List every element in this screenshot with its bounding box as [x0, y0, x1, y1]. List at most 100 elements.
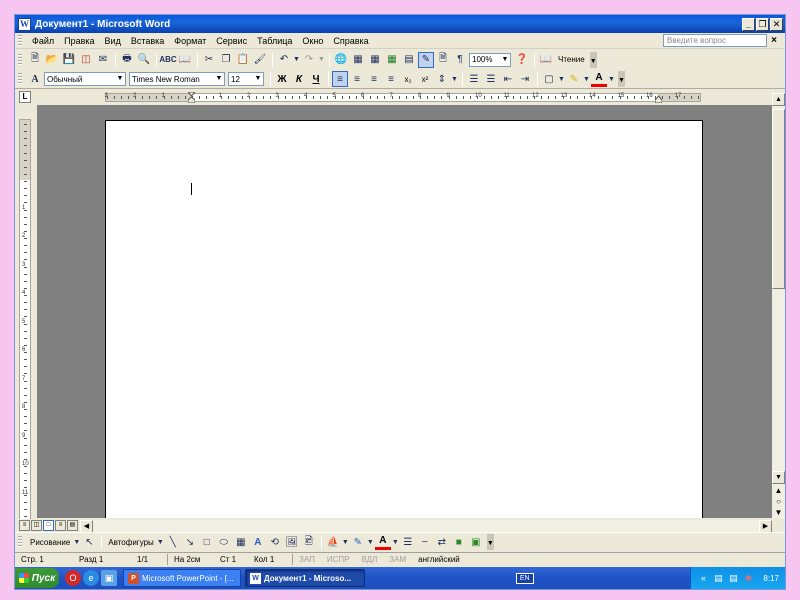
status-record-macro[interactable]: ЗАП	[293, 553, 321, 566]
menu-table[interactable]: Таблица	[252, 36, 297, 46]
decrease-indent-icon[interactable]: ⇤	[500, 71, 516, 87]
restore-button[interactable]: ❐	[756, 17, 769, 31]
help-icon[interactable]: ❓	[514, 52, 530, 68]
subscript-button[interactable]: x₂	[400, 71, 416, 87]
clip-art-icon[interactable]: 🖼	[284, 534, 300, 550]
justify-icon[interactable]: ≡	[383, 71, 399, 87]
print-layout-view-icon[interactable]: □	[43, 520, 54, 531]
align-right-icon[interactable]: ≡	[366, 71, 382, 87]
taskbar-item-word[interactable]: W Документ1 - Microso...	[245, 569, 365, 587]
redo-icon[interactable]: ↷	[301, 52, 317, 68]
font-color-icon[interactable]: A	[591, 71, 607, 87]
normal-view-icon[interactable]: ≡	[19, 520, 30, 531]
left-indent-marker[interactable]	[188, 92, 195, 103]
italic-button[interactable]: К	[291, 71, 307, 87]
dropdown-arrow-icon[interactable]: ▼	[392, 534, 399, 550]
insert-picture-icon[interactable]: 🖻	[301, 534, 317, 550]
bullets-icon[interactable]: ☰	[483, 71, 499, 87]
borders-icon[interactable]: ▢	[541, 71, 557, 87]
chevron-left-icon[interactable]: «	[697, 572, 709, 584]
spelling-icon[interactable]: ABC	[159, 52, 176, 68]
paste-icon[interactable]: 📋	[235, 52, 251, 68]
language-indicator[interactable]: EN	[515, 572, 534, 584]
undo-icon[interactable]: ↶	[276, 52, 292, 68]
show-desktop-icon[interactable]: ▣	[101, 570, 117, 586]
menu-format[interactable]: Формат	[169, 36, 211, 46]
numbering-icon[interactable]: ☰	[466, 71, 482, 87]
opera-icon[interactable]: O	[65, 570, 81, 586]
format-painter-icon[interactable]: 🖌	[252, 52, 268, 68]
highlight-icon[interactable]: ✎	[566, 71, 582, 87]
menu-window[interactable]: Окно	[297, 36, 328, 46]
fill-color-icon[interactable]: ⛵	[325, 534, 341, 550]
wordart-icon[interactable]: A	[250, 534, 266, 550]
dropdown-arrow-icon[interactable]: ▼	[73, 534, 80, 550]
font-color-icon[interactable]: A	[374, 534, 391, 550]
chevron-down-icon[interactable]: ▼	[115, 73, 125, 85]
reading-view-icon[interactable]: ▤	[67, 520, 78, 531]
close-button[interactable]: ✕	[770, 17, 783, 31]
email-icon[interactable]: ✉	[95, 52, 111, 68]
dropdown-arrow-icon[interactable]: ▼	[342, 534, 349, 550]
toolbar-options-icon[interactable]: ▼	[589, 51, 597, 68]
tables-borders-icon[interactable]: ▦	[350, 52, 366, 68]
tab-selector[interactable]: L	[19, 91, 31, 103]
internet-explorer-icon[interactable]: e	[83, 570, 99, 586]
toolbar-grip[interactable]	[18, 536, 22, 548]
scroll-left-button[interactable]: ◀	[80, 519, 93, 533]
text-box-icon[interactable]: ▦	[233, 534, 249, 550]
toolbar-options-icon[interactable]: ▼	[618, 71, 625, 87]
network-icon[interactable]: ▤	[727, 572, 739, 584]
open-icon[interactable]: 📂	[44, 52, 60, 68]
align-left-icon[interactable]: ≡	[332, 71, 348, 87]
print-preview-icon[interactable]: 🔍	[136, 52, 152, 68]
dropdown-arrow-icon[interactable]: ▼	[293, 52, 300, 68]
ask-question-input[interactable]: Введите вопрос	[663, 34, 767, 47]
superscript-button[interactable]: x²	[417, 71, 433, 87]
print-icon[interactable]: 🖶	[119, 52, 135, 68]
reading-layout-label[interactable]: Чтение	[555, 55, 588, 64]
chevron-down-icon[interactable]: ▼	[214, 73, 224, 85]
document-close-icon[interactable]: ×	[767, 35, 781, 46]
arrow-style-icon[interactable]: ⇄	[434, 534, 450, 550]
line-icon[interactable]: ╲	[165, 534, 181, 550]
menu-file[interactable]: Файл	[27, 36, 59, 46]
align-center-icon[interactable]: ≡	[349, 71, 365, 87]
line-color-icon[interactable]: ✎	[350, 534, 366, 550]
security-icon[interactable]: ❀	[742, 572, 754, 584]
vertical-scrollbar[interactable]: ▲ ▼ ▲ ○ ▼	[772, 93, 785, 519]
zoom-combo[interactable]: 100% ▼	[469, 52, 511, 67]
document-page[interactable]	[105, 120, 703, 518]
dash-style-icon[interactable]: ┄	[417, 534, 433, 550]
taskbar-item-powerpoint[interactable]: P Microsoft PowerPoint - [...	[123, 569, 241, 587]
menu-grip[interactable]	[18, 34, 22, 47]
toolbar-options-icon[interactable]: ▼	[486, 534, 494, 550]
scroll-right-button[interactable]: ▶	[759, 519, 772, 533]
scroll-up-button[interactable]: ▲	[772, 93, 785, 106]
dropdown-arrow-icon[interactable]: ▼	[318, 52, 325, 68]
status-overtype[interactable]: ЗАМ	[383, 553, 412, 566]
increase-indent-icon[interactable]: ⇥	[517, 71, 533, 87]
oval-icon[interactable]: ⬭	[216, 534, 232, 550]
menu-insert[interactable]: Вставка	[126, 36, 169, 46]
style-combo[interactable]: Обычный ▼	[44, 72, 126, 86]
toolbar-grip[interactable]	[18, 53, 22, 66]
horizontal-ruler[interactable]: 3211234567891011121314151617	[105, 92, 701, 103]
title-bar[interactable]: W Документ1 - Microsoft Word _ ❐ ✕	[15, 15, 785, 33]
research-icon[interactable]: 📖	[177, 52, 193, 68]
line-spacing-icon[interactable]: ⇕	[434, 71, 450, 87]
new-document-icon[interactable]: 🗎	[27, 52, 43, 68]
dropdown-arrow-icon[interactable]: ▼	[583, 71, 590, 87]
save-icon[interactable]: 💾	[61, 52, 77, 68]
menu-tools[interactable]: Сервис	[211, 36, 252, 46]
cut-icon[interactable]: ✂	[201, 52, 217, 68]
word-app-icon[interactable]: W	[18, 17, 31, 31]
document-area[interactable]	[37, 105, 772, 518]
right-indent-marker[interactable]	[655, 92, 662, 103]
chevron-down-icon[interactable]: ▼	[500, 54, 510, 66]
status-language[interactable]: английский	[412, 553, 466, 566]
show-hide-icon[interactable]: ¶	[452, 52, 468, 68]
select-objects-icon[interactable]: ↖	[81, 534, 97, 550]
rectangle-icon[interactable]: □	[199, 534, 215, 550]
hyperlink-icon[interactable]: 🌐	[333, 52, 349, 68]
